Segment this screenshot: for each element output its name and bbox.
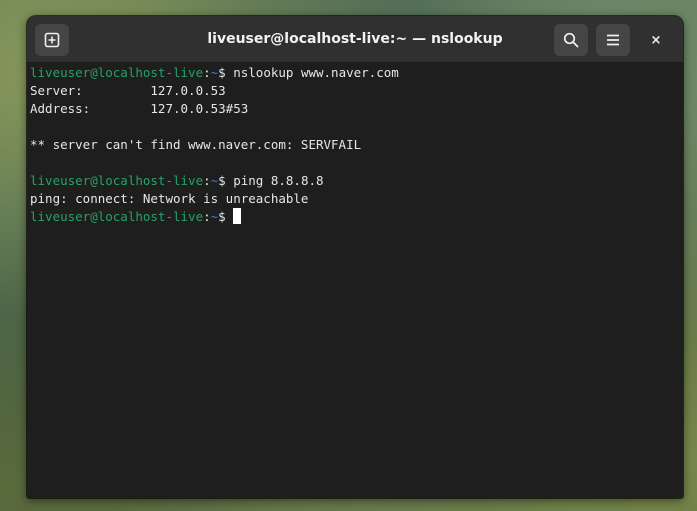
prompt-user: liveuser@localhost-live <box>30 173 204 188</box>
output-line: Address: 127.0.0.53#53 <box>30 101 249 116</box>
terminal-window[interactable]: liveuser@localhost-live:~ — nslookup × l… <box>27 16 683 498</box>
prompt-symbol: $ <box>218 65 234 80</box>
prompt-symbol: $ <box>218 173 234 188</box>
prompt-separator: : <box>203 65 211 80</box>
prompt-separator: : <box>203 209 211 224</box>
prompt-user: liveuser@localhost-live <box>30 209 204 224</box>
menu-button[interactable] <box>596 24 630 56</box>
output-line: ping: connect: Network is unreachable <box>30 191 309 206</box>
prompt-user: liveuser@localhost-live <box>30 65 204 80</box>
output-line: ** server can't find www.naver.com: SERV… <box>30 137 362 152</box>
hamburger-menu-icon <box>607 34 619 46</box>
output-line: Server: 127.0.0.53 <box>30 83 226 98</box>
search-icon <box>563 32 579 48</box>
terminal-output[interactable]: liveuser@localhost-live:~$ nslookup www.… <box>27 64 669 498</box>
prompt-separator: : <box>203 173 211 188</box>
text-cursor <box>233 208 242 224</box>
command-text: ping 8.8.8.8 <box>233 173 324 188</box>
prompt-line: liveuser@localhost-live:~$ ping 8.8.8.8 <box>30 172 669 190</box>
new-tab-icon <box>44 32 60 48</box>
command-text: nslookup www.naver.com <box>233 65 399 80</box>
close-button[interactable]: × <box>645 29 667 51</box>
headerbar: liveuser@localhost-live:~ — nslookup × <box>27 16 683 63</box>
prompt-line: liveuser@localhost-live:~$ <box>30 208 669 226</box>
new-tab-button[interactable] <box>35 24 69 56</box>
close-icon: × <box>650 32 662 48</box>
terminal-scrollbar[interactable] <box>669 64 683 498</box>
window-title: liveuser@localhost-live:~ — nslookup <box>207 31 503 47</box>
search-button[interactable] <box>554 24 588 56</box>
prompt-line: liveuser@localhost-live:~$ nslookup www.… <box>30 64 669 82</box>
prompt-symbol: $ <box>218 209 234 224</box>
